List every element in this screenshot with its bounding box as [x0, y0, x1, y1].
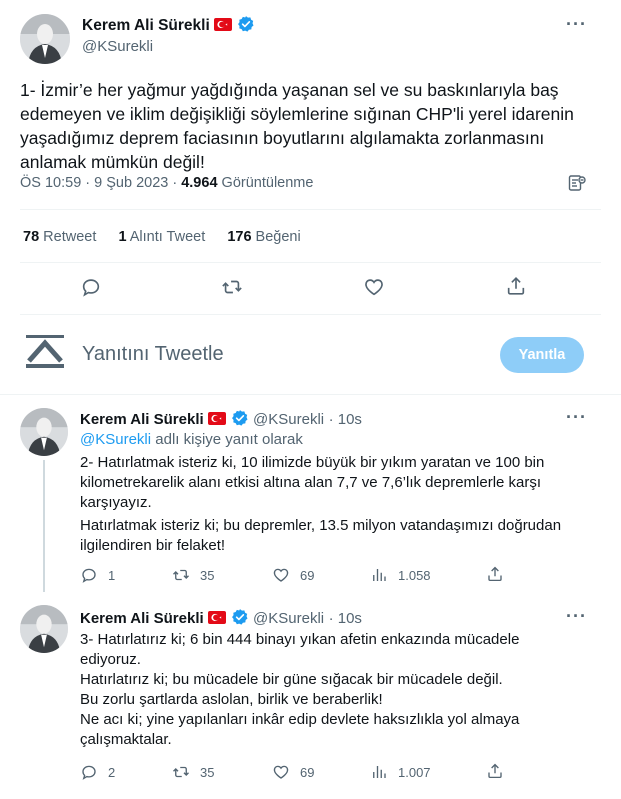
share-icon	[488, 763, 502, 779]
views-action[interactable]: 1.007	[370, 763, 431, 781]
like-count: 69	[300, 764, 315, 780]
reply-text-line: ilgilendiren bir felaket!	[80, 537, 226, 554]
verified-badge-icon	[231, 608, 249, 626]
reply-count: 1	[108, 567, 116, 583]
reply-author-name[interactable]: Kerem Ali Sürekli	[80, 610, 204, 627]
tweet-meta: ÖS 10:59 · 9 Şub 2023 · 4.964 Görüntülen…	[20, 175, 313, 191]
compose-avatar-icon	[26, 335, 64, 374]
more-options-icon[interactable]: ···	[566, 14, 587, 35]
divider	[20, 209, 601, 210]
reply-header: Kerem Ali Sürekli @KSurekli · 10s	[80, 608, 362, 628]
reply-author-handle[interactable]: @KSurekli	[253, 411, 324, 428]
thread-line	[43, 460, 45, 592]
tweet-text-line: yaşadığımız deprem faciasının boyutların…	[20, 128, 545, 148]
tweet-text-line: edemeyen ve iklim değişikliği söylemleri…	[20, 104, 574, 124]
reply-time[interactable]: · 10s	[329, 411, 362, 428]
view-count: 1.007	[398, 764, 431, 780]
retweet-count: 35	[200, 764, 215, 780]
tweet-timestamp[interactable]: ÖS 10:59 · 9 Şub 2023 ·	[20, 175, 177, 191]
reply-text-line: 3- Hatırlatırız ki; 6 bin 444 binayı yık…	[80, 631, 520, 648]
heart-icon	[273, 568, 289, 582]
reply-text-line: Hatırlatırız ki; bu mücadele bir güne sı…	[80, 671, 503, 688]
share-action[interactable]	[486, 565, 504, 583]
turkey-flag-icon	[214, 18, 233, 31]
tweet-stats: 78 Retweet 1 Alıntı Tweet 176 Beğeni	[23, 229, 301, 245]
divider	[20, 262, 601, 263]
reply-text-line: Bu zorlu şartlarda aslolan, birlik ve be…	[80, 691, 383, 708]
view-count: 1.058	[398, 567, 431, 583]
reply-text-line: ediyoruz.	[80, 651, 141, 668]
reply-header: Kerem Ali Sürekli @KSurekli · 10s	[80, 409, 362, 429]
reply-icon	[82, 765, 96, 780]
retweet-action[interactable]: 35	[172, 566, 214, 584]
heart-icon	[273, 765, 289, 779]
reply-text-line: 2- Hatırlatmak isteriz ki, 10 ilimizde b…	[80, 454, 545, 471]
reply-action[interactable]: 2	[80, 763, 115, 781]
more-options-icon[interactable]: ···	[566, 606, 587, 627]
divider	[20, 314, 601, 315]
like-action[interactable]: 69	[272, 566, 314, 584]
retweet-action[interactable]: 35	[172, 763, 214, 781]
reply-text-line: Hatırlatmak isteriz ki; bu depremler, 13…	[80, 517, 562, 534]
retweet-icon	[222, 280, 242, 294]
share-action[interactable]	[505, 275, 527, 302]
reply-icon	[82, 279, 100, 297]
tweet-text-line: anlamak mümkün değil!	[20, 152, 205, 172]
share-icon	[507, 277, 525, 295]
verified-badge-icon	[237, 15, 255, 33]
reply-count: 2	[108, 764, 116, 780]
author-handle[interactable]: @KSurekli	[82, 38, 153, 55]
reply-text-line: çalışmaktalar.	[80, 731, 172, 748]
compose-input[interactable]: Yanıtını Tweetle	[82, 343, 224, 366]
more-options-icon[interactable]: ···	[566, 407, 587, 428]
share-icon	[488, 566, 502, 582]
reply-icon	[82, 568, 96, 583]
views-count: 4.964	[181, 175, 218, 191]
reply-avatar[interactable]	[20, 408, 68, 456]
turkey-flag-icon	[208, 611, 227, 624]
analytics-icon[interactable]	[567, 173, 587, 198]
retweet-action[interactable]	[220, 276, 244, 303]
reply-author-handle[interactable]: @KSurekli	[253, 610, 324, 627]
reply-text-line: kilometrekarelik alanı etkisi altına ala…	[80, 474, 542, 491]
retweet-icon	[173, 569, 189, 581]
author-avatar[interactable]	[20, 14, 70, 64]
author-name[interactable]: Kerem Ali Sürekli	[82, 17, 210, 34]
views-chart-icon	[373, 766, 386, 778]
likes-stat[interactable]: 176 Beğeni	[227, 229, 300, 245]
verified-badge-icon	[231, 409, 249, 427]
reply-author-name[interactable]: Kerem Ali Sürekli	[80, 411, 204, 428]
reply-text: 2- Hatırlatmak isteriz ki, 10 ilimizde b…	[80, 453, 600, 556]
reply-action[interactable]	[80, 276, 102, 303]
share-action[interactable]	[486, 762, 504, 780]
replying-to-suffix: adlı kişiye yanıt olarak	[155, 431, 303, 448]
reply-text-line: Ne acı ki; yine yapılanları inkâr edip d…	[80, 711, 520, 728]
retweet-count: 35	[200, 567, 215, 583]
divider	[0, 394, 621, 395]
replying-to: @KSurekli adlı kişiye yanıt olarak	[80, 431, 303, 448]
like-action[interactable]: 69	[272, 763, 314, 781]
quotes-stat[interactable]: 1 Alıntı Tweet	[118, 229, 205, 245]
retweets-stat[interactable]: 78 Retweet	[23, 229, 96, 245]
like-count: 69	[300, 567, 315, 583]
heart-icon	[365, 279, 383, 296]
tweet-text: 1- İzmir’e her yağmur yağdığında yaşanan…	[20, 78, 600, 174]
reply-avatar[interactable]	[20, 605, 68, 653]
like-action[interactable]	[363, 276, 385, 303]
views-label: Görüntülenme	[221, 175, 314, 191]
reply-time[interactable]: · 10s	[329, 610, 362, 627]
tweet-text-line: 1- İzmir’e her yağmur yağdığında yaşanan…	[20, 80, 559, 100]
views-action[interactable]: 1.058	[370, 566, 431, 584]
retweet-icon	[173, 766, 189, 778]
replying-to-handle[interactable]: @KSurekli	[80, 431, 151, 448]
turkey-flag-icon	[208, 412, 227, 425]
reply-text: 3- Hatırlatırız ki; 6 bin 444 binayı yık…	[80, 630, 600, 750]
reply-text-line: karşıyayız.	[80, 494, 152, 511]
reply-action[interactable]: 1	[80, 566, 115, 584]
views-chart-icon	[373, 569, 386, 581]
reply-button[interactable]: Yanıtla	[500, 337, 584, 373]
